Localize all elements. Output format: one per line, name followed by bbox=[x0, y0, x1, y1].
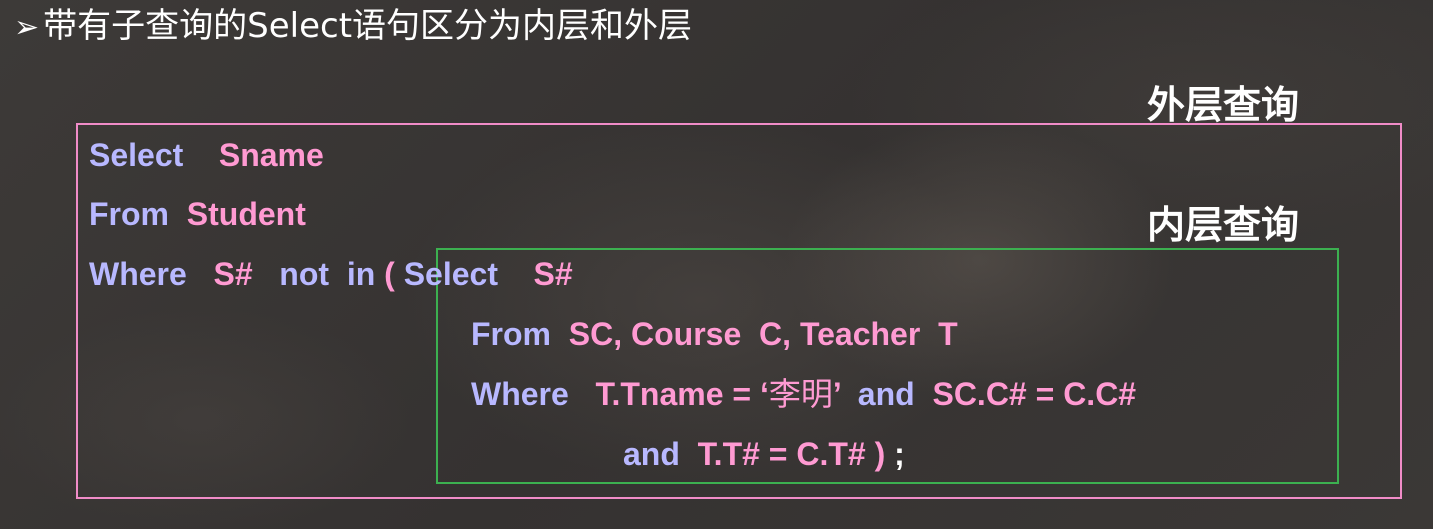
sql-value-name: 李明 bbox=[768, 375, 833, 413]
sql-open-paren: ( bbox=[384, 256, 395, 292]
sql-quote-close: ’ bbox=[832, 376, 841, 412]
sql-subquery-select: Select bbox=[403, 256, 498, 292]
sql-operator-not-in: not in bbox=[279, 256, 376, 292]
sql-subquery-keyword-from: From bbox=[471, 316, 551, 352]
sql-semicolon: ; bbox=[894, 436, 905, 472]
bullet-arrow-icon: ➢ bbox=[14, 10, 40, 45]
sql-subquery-from: From SC, Course C, Teacher T bbox=[471, 314, 958, 354]
sql-column-snum: S# bbox=[213, 256, 253, 292]
sql-table-student: Student bbox=[186, 196, 306, 232]
sql-condition-tname: T.Tname = ‘ bbox=[595, 376, 769, 412]
sql-subquery-and: and T.T# = C.T# ) ; bbox=[623, 434, 905, 474]
sql-subquery-tables: SC, Course C, Teacher T bbox=[568, 316, 958, 352]
sql-keyword-and: and bbox=[857, 376, 915, 412]
sql-line-select: Select Sname bbox=[89, 135, 324, 175]
slide-heading: ➢ 带有子查询的Select语句区分为内层和外层 bbox=[14, 4, 692, 50]
sql-keyword-from: From bbox=[89, 196, 169, 232]
outer-query-label: 外层查询 bbox=[1147, 83, 1300, 127]
sql-line-from: From Student bbox=[89, 194, 306, 234]
sql-keyword-where: Where bbox=[89, 256, 187, 292]
sql-subquery-column: S# bbox=[533, 256, 573, 292]
sql-subquery-keyword-where: Where bbox=[471, 376, 569, 412]
sql-line-where: Where S# not in ( Select S# bbox=[89, 254, 573, 294]
sql-condition-cnum: SC.C# = C.C# bbox=[932, 376, 1137, 412]
sql-keyword-select: Select bbox=[89, 137, 184, 173]
heading-text: 带有子查询的Select语句区分为内层和外层 bbox=[43, 6, 693, 46]
sql-column-sname: Sname bbox=[218, 137, 324, 173]
sql-keyword-and-2: and bbox=[623, 436, 680, 472]
sql-subquery-where: Where T.Tname = ‘李明’ and SC.C# = C.C# bbox=[471, 374, 1136, 414]
sql-condition-tnum: T.T# = C.T# ) bbox=[697, 436, 886, 472]
